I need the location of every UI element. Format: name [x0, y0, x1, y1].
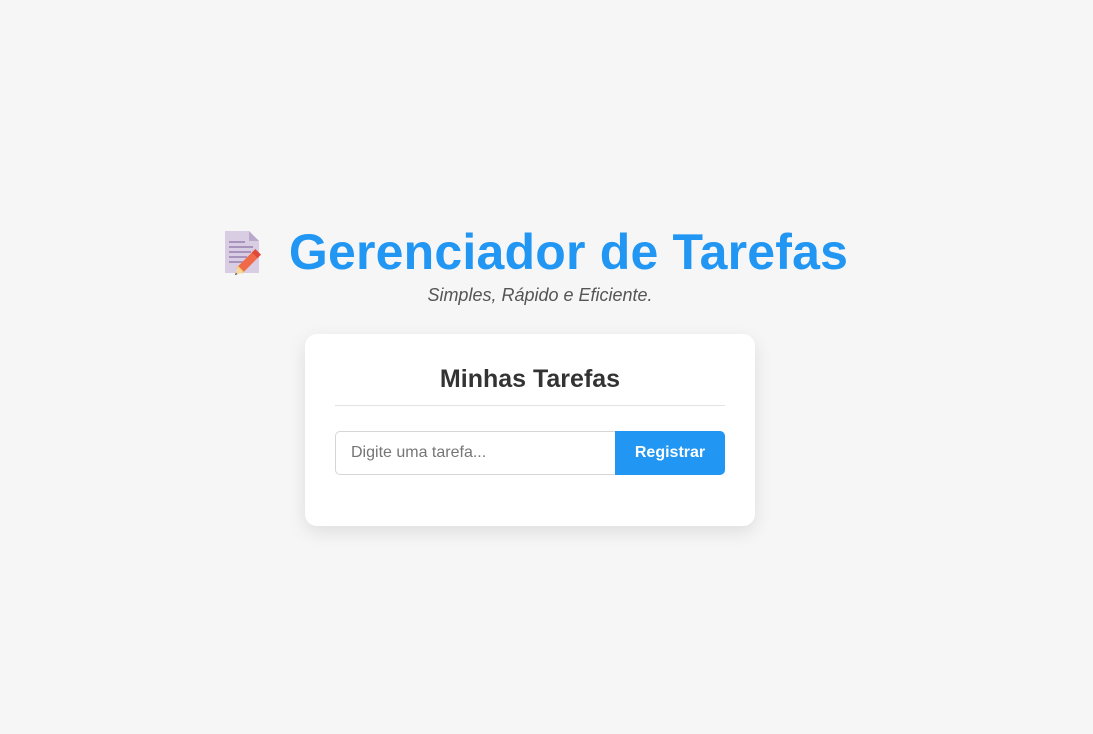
- page-subtitle: Simples, Rápido e Eficiente.: [427, 285, 653, 305]
- title-row: Gerenciador de Tarefas: [0, 222, 1093, 282]
- card-title: Minhas Tarefas: [439, 365, 621, 393]
- card-divider: [335, 405, 725, 406]
- page: Gerenciador de Tarefas Simples, Rápido e…: [0, 0, 1093, 734]
- task-input-row: Registrar: [335, 431, 725, 475]
- page-title: Gerenciador de Tarefas: [288, 224, 849, 280]
- task-input[interactable]: [335, 431, 615, 475]
- app-header: Gerenciador de Tarefas Simples, Rápido e…: [0, 222, 1093, 306]
- tasks-card: Minhas Tarefas Registrar: [305, 334, 755, 526]
- register-button[interactable]: Registrar: [615, 431, 725, 475]
- memo-icon: [219, 227, 267, 277]
